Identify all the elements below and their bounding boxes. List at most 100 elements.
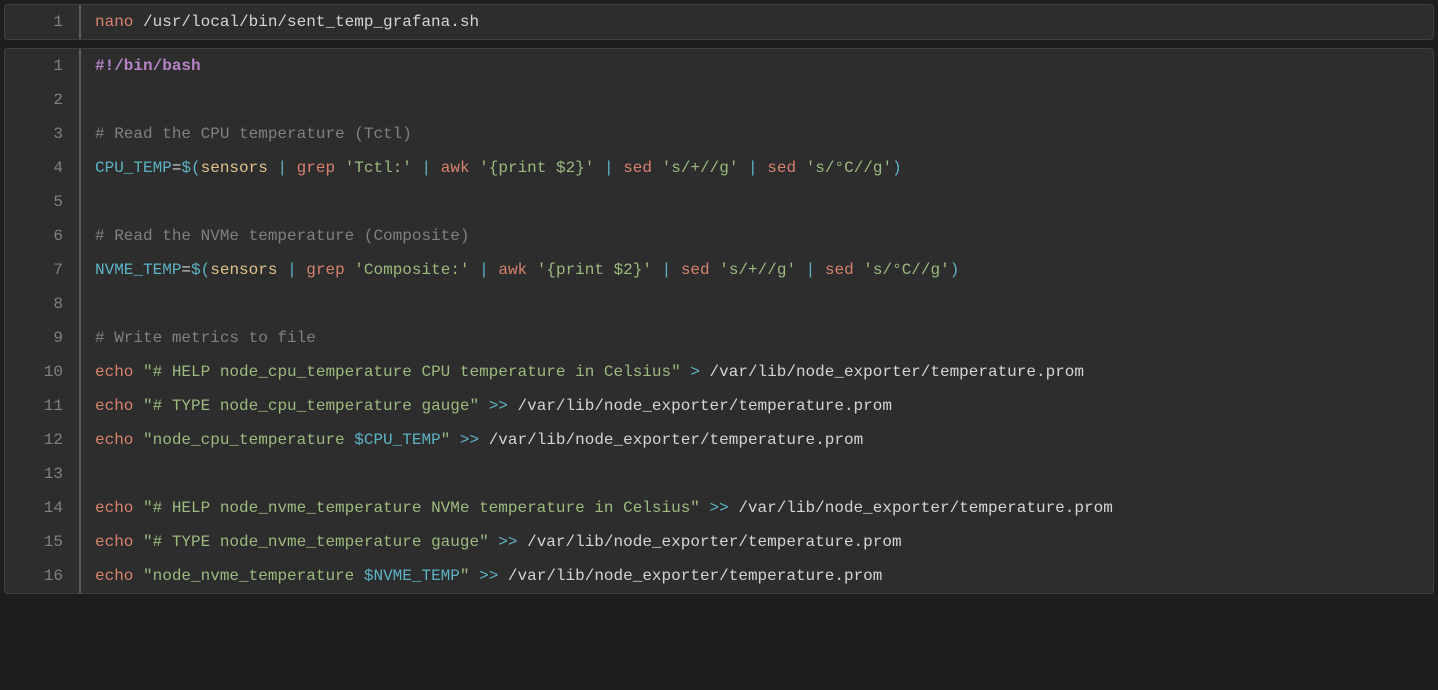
line-number: 1: [5, 49, 81, 83]
code-line: 1 #!/bin/bash: [5, 49, 1433, 83]
line-number: 8: [5, 287, 81, 321]
code-token: [489, 261, 499, 279]
code-token: awk: [441, 159, 470, 177]
code-token: [815, 261, 825, 279]
code-token: [297, 261, 307, 279]
code-token: /var/lib/node_exporter/temperature.prom: [508, 567, 882, 585]
code-token: sensors: [201, 159, 268, 177]
code-token: [470, 261, 480, 279]
code-token: echo: [95, 397, 133, 415]
code-line: 11echo "# TYPE node_cpu_temperature gaug…: [5, 389, 1433, 423]
code-token: sed: [825, 261, 854, 279]
code-token: |: [604, 159, 614, 177]
code-token: sed: [681, 261, 710, 279]
code-token: >>: [710, 499, 729, 517]
code-token: [652, 261, 662, 279]
code-token: [450, 431, 460, 449]
code-token: CPU_TEMP: [95, 159, 172, 177]
code-content: nano /usr/local/bin/sent_temp_grafana.sh: [81, 5, 479, 39]
code-line: 2: [5, 83, 1433, 117]
code-token: >>: [460, 431, 479, 449]
code-token: [133, 397, 143, 415]
code-token: 's/+//g': [662, 159, 739, 177]
code-token: [470, 159, 480, 177]
code-content: echo "# HELP node_cpu_temperature CPU te…: [81, 355, 1084, 389]
code-token: 'Tctl:': [345, 159, 412, 177]
code-line: 6# Read the NVMe temperature (Composite): [5, 219, 1433, 253]
code-content: echo "# TYPE node_cpu_temperature gauge"…: [81, 389, 892, 423]
code-token: >>: [479, 567, 498, 585]
line-number: 15: [5, 525, 81, 559]
code-line: 13: [5, 457, 1433, 491]
code-token: sed: [767, 159, 796, 177]
code-token: /var/lib/node_exporter/temperature.prom: [738, 499, 1112, 517]
code-token: 's/°C//g': [806, 159, 892, 177]
code-line: 8: [5, 287, 1433, 321]
code-token: [431, 159, 441, 177]
line-number: 16: [5, 559, 81, 593]
code-content: CPU_TEMP=$(sensors | grep 'Tctl:' | awk …: [81, 151, 902, 185]
code-token: echo: [95, 363, 133, 381]
code-token: [489, 533, 499, 551]
code-token: "node_nvme_temperature: [143, 567, 364, 585]
code-token: |: [479, 261, 489, 279]
code-token: [671, 261, 681, 279]
code-token: [412, 159, 422, 177]
code-token: >: [690, 363, 700, 381]
code-token: echo: [95, 431, 133, 449]
code-token: [700, 363, 710, 381]
code-token: grep: [297, 159, 335, 177]
code-content: NVME_TEMP=$(sensors | grep 'Composite:' …: [81, 253, 959, 287]
code-token: [479, 397, 489, 415]
code-line: 3# Read the CPU temperature (Tctl): [5, 117, 1433, 151]
code-token: |: [806, 261, 816, 279]
code-token: [345, 261, 355, 279]
code-token: [700, 499, 710, 517]
code-content: echo "node_cpu_temperature $CPU_TEMP" >>…: [81, 423, 863, 457]
code-token: 'Composite:': [354, 261, 469, 279]
line-number: 12: [5, 423, 81, 457]
code-token: ): [950, 261, 960, 279]
code-line: 14echo "# HELP node_nvme_temperature NVM…: [5, 491, 1433, 525]
code-content: echo "# HELP node_nvme_temperature NVMe …: [81, 491, 1113, 525]
code-token: [268, 159, 278, 177]
code-token: # Write metrics to file: [95, 329, 316, 347]
code-token: /usr/local/bin/sent_temp_grafana.sh: [133, 13, 479, 31]
code-token: sed: [623, 159, 652, 177]
code-line: 9# Write metrics to file: [5, 321, 1433, 355]
code-token: [469, 567, 479, 585]
code-line: 16echo "node_nvme_temperature $NVME_TEMP…: [5, 559, 1433, 593]
code-token: [517, 533, 527, 551]
code-token: "# HELP node_cpu_temperature CPU tempera…: [143, 363, 681, 381]
code-content: echo "# TYPE node_nvme_temperature gauge…: [81, 525, 902, 559]
code-token: [479, 431, 489, 449]
code-token: [133, 431, 143, 449]
code-content: echo "node_nvme_temperature $NVME_TEMP" …: [81, 559, 882, 593]
code-token: [729, 499, 739, 517]
code-token: "# TYPE node_cpu_temperature gauge": [143, 397, 479, 415]
code-token: >>: [498, 533, 517, 551]
code-line: 1nano /usr/local/bin/sent_temp_grafana.s…: [5, 5, 1433, 39]
code-token: [796, 159, 806, 177]
code-token: [133, 533, 143, 551]
code-token: [133, 499, 143, 517]
code-token: 's/+//g': [719, 261, 796, 279]
code-line: 10echo "# HELP node_cpu_temperature CPU …: [5, 355, 1433, 389]
line-number: 2: [5, 83, 81, 117]
line-number: 14: [5, 491, 81, 525]
code-token: #!/bin/bash: [95, 57, 201, 75]
code-token: $NVME_TEMP: [364, 567, 460, 585]
code-token: ": [441, 431, 451, 449]
line-number: 11: [5, 389, 81, 423]
line-number: 4: [5, 151, 81, 185]
code-token: [681, 363, 691, 381]
code-token: $CPU_TEMP: [354, 431, 440, 449]
code-token: [527, 261, 537, 279]
code-token: ): [892, 159, 902, 177]
code-token: # Read the NVMe temperature (Composite): [95, 227, 469, 245]
code-token: [508, 397, 518, 415]
code-token: awk: [498, 261, 527, 279]
line-number: 5: [5, 185, 81, 219]
code-token: [758, 159, 768, 177]
code-line: 5: [5, 185, 1433, 219]
